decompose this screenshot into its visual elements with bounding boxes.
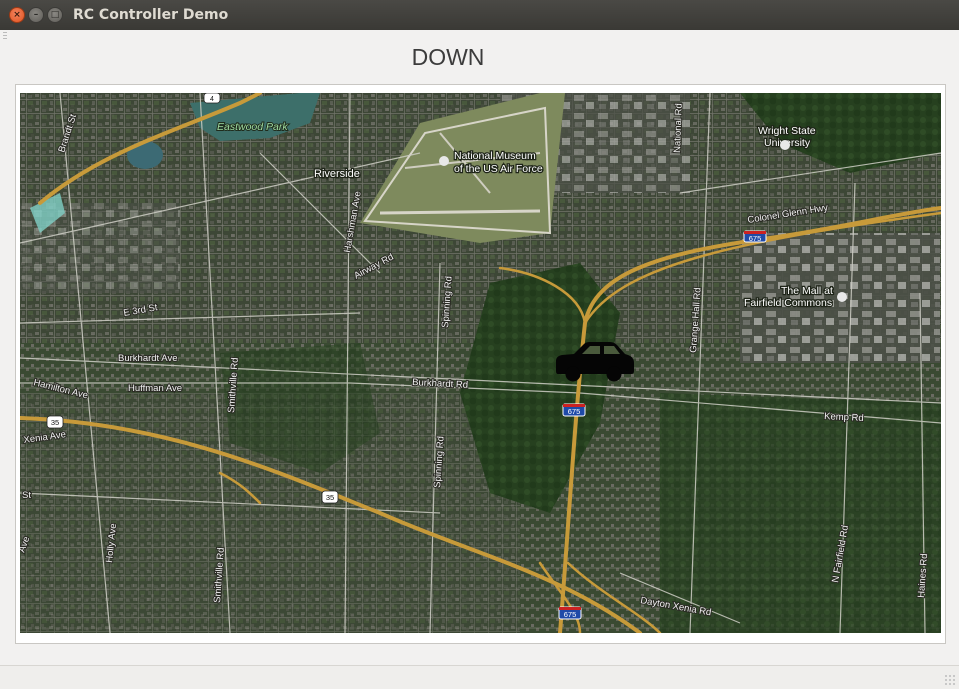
close-icon: × <box>13 10 21 20</box>
maximize-button[interactable]: □ <box>47 7 63 23</box>
svg-text:675: 675 <box>749 234 762 243</box>
svg-text:675: 675 <box>568 407 581 416</box>
mall-poi-icon <box>837 292 847 302</box>
museum-poi-icon <box>439 156 449 166</box>
road-label-st: St <box>22 490 31 501</box>
shield-675-top: 675 <box>743 230 767 243</box>
map-view[interactable]: Eastwood Park National Museum of the US … <box>20 93 941 633</box>
road-label-national: National Rd <box>672 103 685 153</box>
road-label-kemp: Kemp Rd <box>824 411 864 424</box>
shield-35-left: 35 <box>46 415 64 429</box>
map-label-mall-line1: The Mall at <box>781 285 833 297</box>
window-title: RC Controller Demo <box>73 7 229 23</box>
title-bar: × – □ RC Controller Demo <box>0 0 959 30</box>
shield-675-bottom: 675 <box>558 606 582 620</box>
toolbar-grip-icon[interactable] <box>3 32 7 40</box>
minimize-button[interactable]: – <box>28 7 44 23</box>
satellite-map: Eastwood Park National Museum of the US … <box>20 93 941 633</box>
svg-text:675: 675 <box>564 610 577 619</box>
minimize-icon: – <box>33 10 39 20</box>
svg-text:35: 35 <box>326 493 334 502</box>
map-label-eastwood-park: Eastwood Park <box>217 121 288 133</box>
map-label-museum-line1: National Museum <box>454 150 536 162</box>
map-label-riverside: Riverside <box>314 168 360 180</box>
svg-text:4: 4 <box>210 96 214 103</box>
svg-text:35: 35 <box>51 418 59 427</box>
map-label-museum-line2: of the US Air Force <box>454 163 543 175</box>
close-button[interactable]: × <box>9 7 25 23</box>
shield-35-mid: 35 <box>321 490 339 504</box>
shield-675-mid: 675 <box>562 403 586 417</box>
status-bar <box>0 665 959 689</box>
maximize-icon: □ <box>50 10 60 20</box>
shield-4: 4 <box>203 93 221 104</box>
road-label-burkhardt-ave: Burkhardt Ave <box>118 353 178 364</box>
map-label-mall-line2: Fairfield Commons <box>744 297 832 309</box>
direction-label: DOWN <box>411 44 485 70</box>
road-label-huffman: Huffman Ave <box>128 383 182 394</box>
map-label-wright-line1: Wright State <box>758 125 816 137</box>
university-poi-icon <box>780 140 790 150</box>
resize-grip-icon[interactable] <box>944 674 956 686</box>
